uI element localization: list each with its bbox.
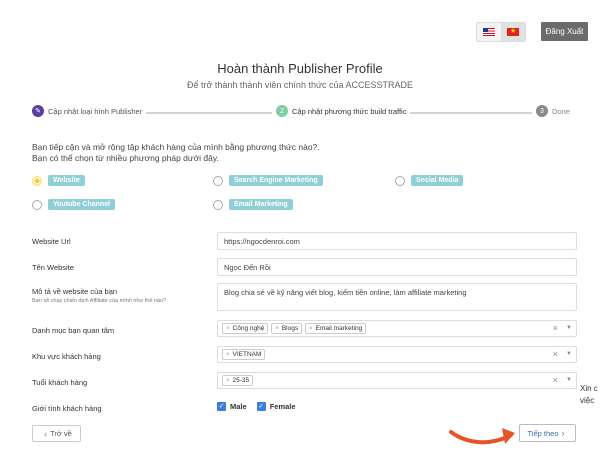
checkbox-checked-icon[interactable]: ✓ bbox=[217, 402, 226, 411]
step-2: 2 Cập nhật phương thức build traffic bbox=[272, 105, 411, 117]
method-label: Email Marketing bbox=[229, 199, 293, 210]
step-1-label: Cập nhật loại hình Publisher bbox=[48, 106, 143, 116]
progress-steps: ✎ Cập nhật loại hình Publisher 2 Cập nhậ… bbox=[32, 105, 574, 121]
region-select[interactable]: × VIETNAM × ▼ bbox=[217, 346, 577, 363]
row-categories: Danh mục bạn quan tâm × Công nghệ × Blogs … bbox=[32, 320, 577, 340]
clear-icon[interactable]: × bbox=[553, 375, 558, 385]
row-website-name: Tên Website Ngọc Đến Rồi bbox=[32, 258, 577, 280]
remove-tag-icon[interactable]: × bbox=[226, 378, 230, 384]
remove-tag-icon[interactable]: × bbox=[226, 326, 230, 332]
categories-select[interactable]: × Công nghệ × Blogs × Email marketing × ▼ bbox=[217, 320, 577, 337]
row-description: Mô tả về website của bạn Bạn sẽ chạy chi… bbox=[32, 283, 577, 313]
tag-chip[interactable]: × 25-35 bbox=[222, 375, 254, 386]
select-controls: × ▼ bbox=[553, 323, 572, 333]
website-url-label: Website Url bbox=[32, 237, 71, 246]
method-label: Youtube Channel bbox=[48, 199, 116, 210]
chevron-right-icon: › bbox=[561, 428, 565, 438]
step-2-label: Cập nhật phương thức build traffic bbox=[292, 106, 407, 116]
row-gender: Giới tính khách hàng ✓ Male ✓ Female bbox=[32, 402, 577, 414]
back-button[interactable]: ‹ Trở về bbox=[32, 425, 81, 442]
description-textarea[interactable]: Blog chia sẻ về kỹ năng viết blog, kiếm … bbox=[217, 283, 577, 311]
method-label: Search Engine Marketing bbox=[229, 175, 323, 186]
method-youtube[interactable]: Youtube Channel bbox=[32, 199, 116, 210]
method-sem[interactable]: Search Engine Marketing bbox=[213, 175, 323, 186]
next-button[interactable]: Tiếp theo › bbox=[519, 424, 576, 442]
tooltip-text: Xin c việc bbox=[580, 383, 600, 407]
chevron-down-icon[interactable]: ▼ bbox=[566, 377, 572, 383]
tag-chip[interactable]: × Công nghệ bbox=[222, 323, 269, 334]
tooltip-line-2: việc bbox=[580, 396, 595, 405]
remove-tag-icon[interactable]: × bbox=[226, 352, 230, 358]
logout-button[interactable]: Đăng Xuất bbox=[541, 22, 588, 41]
language-switcher: ★ bbox=[476, 22, 526, 42]
radio-icon[interactable] bbox=[395, 175, 405, 186]
step-3-label: Done bbox=[552, 106, 570, 116]
website-url-input[interactable]: https://ngocdenroi.com bbox=[217, 232, 577, 250]
row-region: Khu vực khách hàng × VIETNAM × ▼ bbox=[32, 346, 577, 366]
method-email[interactable]: Email Marketing bbox=[213, 199, 293, 210]
clear-icon[interactable]: × bbox=[553, 323, 558, 333]
radio-icon[interactable] bbox=[32, 199, 42, 210]
tag-chip[interactable]: × Blogs bbox=[271, 323, 303, 334]
step-3: 3 Done bbox=[532, 105, 574, 117]
remove-tag-icon[interactable]: × bbox=[309, 326, 313, 332]
question-line-2: Bạn có thể chọn từ nhiều phương pháp dướ… bbox=[32, 153, 219, 163]
step-1: ✎ Cập nhật loại hình Publisher bbox=[32, 105, 147, 117]
page-title: Hoàn thành Publisher Profile bbox=[217, 61, 383, 76]
chevron-down-icon[interactable]: ▼ bbox=[566, 325, 572, 331]
methods-question: Bạn tiếp cận và mở rộng tập khách hàng c… bbox=[32, 142, 320, 164]
back-button-label: Trở về bbox=[50, 429, 72, 438]
vn-flag-icon: ★ bbox=[507, 28, 519, 36]
select-controls: × ▼ bbox=[553, 375, 572, 385]
step-2-number: 2 bbox=[276, 105, 288, 117]
question-line-1: Bạn tiếp cận và mở rộng tập khách hàng c… bbox=[32, 142, 320, 152]
tag-chip[interactable]: × VIETNAM bbox=[222, 349, 266, 360]
clear-icon[interactable]: × bbox=[553, 349, 558, 359]
method-website[interactable]: Website bbox=[32, 175, 85, 186]
row-age: Tuổi khách hàng × 25-35 × ▼ bbox=[32, 372, 577, 392]
radio-icon[interactable] bbox=[213, 199, 223, 210]
tag-chip[interactable]: × Email marketing bbox=[305, 323, 367, 334]
remove-tag-icon[interactable]: × bbox=[275, 326, 279, 332]
description-hint: Bạn sẽ chạy chiến dịch Affiliate của mìn… bbox=[32, 298, 167, 304]
method-social-media[interactable]: Social Media bbox=[395, 175, 464, 186]
region-label: Khu vực khách hàng bbox=[32, 352, 101, 361]
website-name-input[interactable]: Ngọc Đến Rồi bbox=[217, 258, 577, 276]
age-select[interactable]: × 25-35 × ▼ bbox=[217, 372, 577, 389]
chevron-down-icon[interactable]: ▼ bbox=[566, 351, 572, 357]
method-label: Social Media bbox=[411, 175, 464, 186]
us-flag-icon bbox=[483, 28, 495, 36]
categories-label: Danh mục bạn quan tâm bbox=[32, 326, 115, 335]
gender-options: ✓ Male ✓ Female bbox=[217, 402, 306, 411]
row-website-url: Website Url https://ngocdenroi.com bbox=[32, 232, 577, 254]
lang-en-button[interactable] bbox=[477, 23, 501, 41]
annotation-arrow-icon bbox=[449, 428, 515, 445]
age-label: Tuổi khách hàng bbox=[32, 378, 88, 387]
radio-checked-icon[interactable] bbox=[32, 175, 42, 186]
gender-female-label[interactable]: Female bbox=[270, 402, 296, 411]
step-3-number: 3 bbox=[536, 105, 548, 117]
gender-label: Giới tính khách hàng bbox=[32, 404, 102, 413]
pencil-icon: ✎ bbox=[32, 105, 44, 117]
page-subtitle: Để trở thành thành viên chính thức của A… bbox=[186, 80, 414, 90]
tooltip-line-1: Xin c bbox=[580, 384, 598, 393]
chevron-left-icon: ‹ bbox=[44, 428, 48, 439]
lang-vi-button[interactable]: ★ bbox=[501, 23, 525, 41]
select-controls: × ▼ bbox=[553, 349, 572, 359]
gender-male-label[interactable]: Male bbox=[230, 402, 247, 411]
next-button-label: Tiếp theo bbox=[527, 428, 559, 438]
description-label: Mô tả về website của bạn bbox=[32, 287, 118, 296]
radio-icon[interactable] bbox=[213, 175, 223, 186]
checkbox-checked-icon[interactable]: ✓ bbox=[256, 402, 266, 411]
website-name-label: Tên Website bbox=[32, 263, 74, 272]
method-label: Website bbox=[48, 175, 85, 186]
